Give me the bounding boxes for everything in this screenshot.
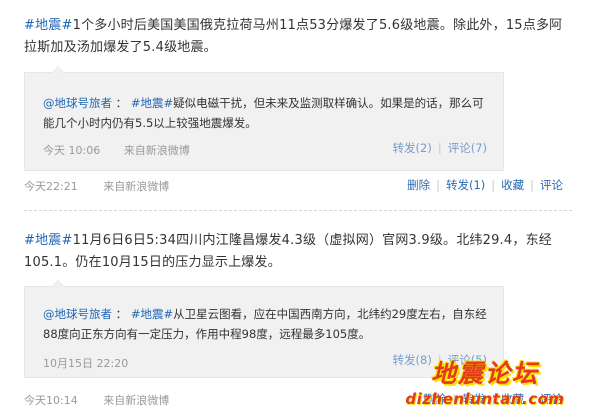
repost-actions: 转发(2) | 评论(7) xyxy=(393,140,487,156)
post-meta: 今天10:14 来自新浪微博 xyxy=(24,392,169,408)
hashtag-link[interactable]: #地震# xyxy=(24,18,73,33)
post-meta: 今天22:21 来自新浪微博 xyxy=(24,178,169,194)
post-divider xyxy=(24,210,572,211)
repost-user-link[interactable]: @地球号旅者 xyxy=(43,307,112,321)
post-text: #地震#1个多小时后美国美国俄克拉荷马州11点53分爆发了5.6级地震。除此外，… xyxy=(24,15,572,59)
repost-box: @地球号旅者 ： #地震#疑似电磁干扰，但未来及监测取样确认。如果是的话，那么可… xyxy=(24,66,504,171)
post-source-link[interactable]: 来自新浪微博 xyxy=(103,394,169,407)
separator: | xyxy=(491,178,496,192)
repost-pointer xyxy=(51,280,65,287)
repost-comment-button[interactable]: 评论(7) xyxy=(448,141,487,155)
repost-source-link[interactable]: 来自新浪微博 xyxy=(124,144,190,157)
repost-text: @地球号旅者 ： #地震#疑似电磁干扰，但未来及监测取样确认。如果是的话，那么可… xyxy=(43,93,489,133)
repost-time-link[interactable]: 10月15日 22:20 xyxy=(43,357,128,370)
repost-meta: 10月15日 22:20 xyxy=(43,355,128,371)
hashtag-link[interactable]: #地震# xyxy=(24,233,73,248)
repost-hashtag-link[interactable]: #地震# xyxy=(131,96,173,110)
repost-hashtag-link[interactable]: #地震# xyxy=(131,307,173,321)
repost-forward-button[interactable]: 转发(2) xyxy=(393,141,432,155)
post-body: 11月6日6日5:34四川内江隆昌爆发4.3级（虚拟网）官网3.9级。北纬29.… xyxy=(24,233,552,270)
repost-meta: 今天 10:06 来自新浪微博 xyxy=(43,142,190,158)
repost-time-link[interactable]: 今天 10:06 xyxy=(43,144,100,157)
post-time-link[interactable]: 今天10:14 xyxy=(24,394,78,407)
repost-colon: ： xyxy=(115,307,128,321)
watermark-url: dizhenluntan.com xyxy=(405,390,565,408)
watermark-logo-text: 地震论坛 xyxy=(430,359,539,388)
post-source-link[interactable]: 来自新浪微博 xyxy=(103,180,169,193)
repost-text: @地球号旅者 ： #地震#从卫星云图看，应在中国西南方向，北纬约29度左右，自东… xyxy=(43,304,489,344)
delete-button[interactable]: 删除 xyxy=(407,178,430,192)
repost-user-link[interactable]: @地球号旅者 xyxy=(43,96,112,110)
post-body: 1个多小时后美国美国俄克拉荷马州11点53分爆发了5.6级地震。除此外，15点多… xyxy=(24,18,563,55)
site-watermark: 地震论坛 dizhenluntan.com xyxy=(385,354,585,416)
separator: | xyxy=(437,141,442,155)
separator: | xyxy=(530,178,534,192)
separator: | xyxy=(436,178,440,192)
comment-button[interactable]: 评论 xyxy=(540,178,563,192)
post-text: #地震#11月6日6日5:34四川内江隆昌爆发4.3级（虚拟网）官网3.9级。北… xyxy=(24,230,572,274)
repost-colon: ： xyxy=(115,96,128,110)
forward-button[interactable]: 转发(1) xyxy=(446,178,485,192)
post-time-link[interactable]: 今天22:21 xyxy=(24,180,78,193)
repost-pointer xyxy=(51,66,65,73)
favorite-button[interactable]: 收藏 xyxy=(501,178,524,192)
post-actions: 删除 | 转发(1) | 收藏 | 评论 xyxy=(407,177,563,193)
